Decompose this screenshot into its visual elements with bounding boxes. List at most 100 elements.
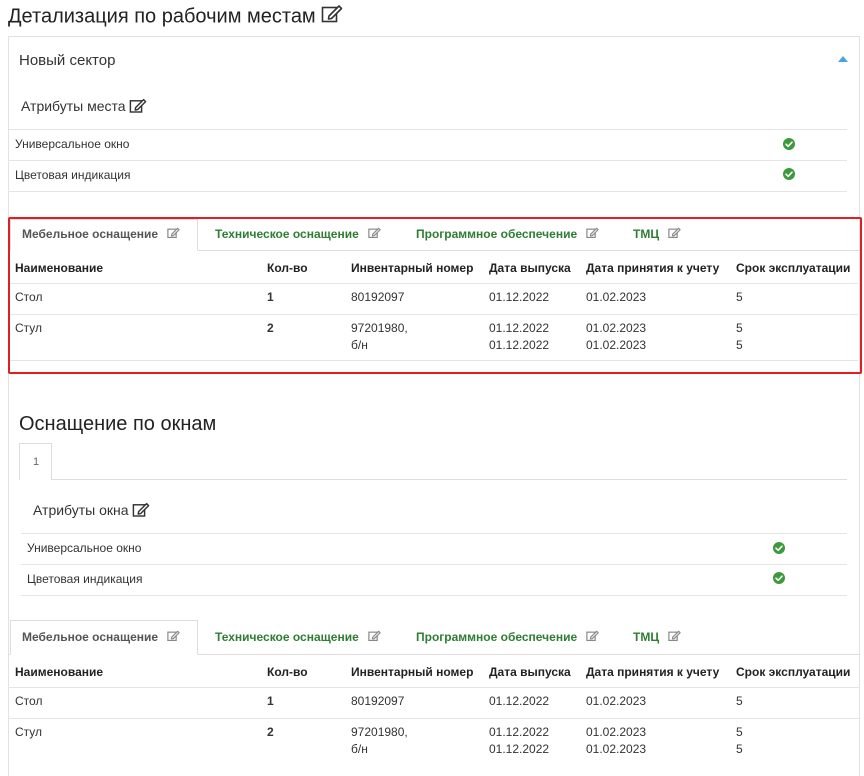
- check-circle-icon: [783, 138, 795, 150]
- edit-icon: [668, 227, 682, 239]
- cell-accept: 01.02.2023: [586, 321, 647, 335]
- tab-tmc[interactable]: ТМЦ: [633, 630, 682, 644]
- check-circle-icon: [773, 572, 785, 584]
- tab-text: Программное обеспечение: [416, 227, 578, 241]
- window-tab-1[interactable]: 1: [19, 443, 52, 480]
- divider: [52, 479, 847, 480]
- col-header-accept: Дата принятия к учету: [586, 665, 720, 679]
- tab-technical[interactable]: Техническое оснащение: [215, 227, 381, 241]
- col-header-name: Наименование: [15, 261, 104, 275]
- divider: [10, 360, 858, 361]
- divider: [9, 160, 847, 161]
- col-header-accept: Дата принятия к учету: [586, 261, 720, 275]
- divider: [9, 129, 847, 130]
- place-attrs-title-text: Атрибуты места: [21, 98, 126, 115]
- divider: [10, 283, 858, 284]
- col-header-term: Срок эксплуатации: [736, 261, 851, 275]
- cell-qty: 2: [267, 725, 274, 739]
- edit-icon: [368, 630, 381, 642]
- cell-qty: 2: [267, 321, 274, 335]
- divider: [21, 533, 847, 534]
- col-header-qty: Кол-во: [267, 665, 308, 679]
- col-header-name: Наименование: [15, 665, 104, 679]
- cell-term: 5: [736, 694, 743, 708]
- attr-label: Цветовая индикация: [15, 168, 131, 182]
- cell-name: Стул: [15, 321, 43, 335]
- divider: [10, 314, 858, 315]
- cell-inv: 80192097: [351, 694, 405, 708]
- edit-icon: [368, 227, 381, 239]
- cell-term: 5: [736, 290, 743, 304]
- check-circle-icon: [773, 542, 785, 554]
- attr-label: Цветовая индикация: [27, 572, 143, 586]
- edit-icon: [586, 227, 600, 239]
- divider: [9, 191, 847, 192]
- edit-icon[interactable]: [129, 98, 147, 117]
- cell-term: 5: [736, 725, 743, 739]
- page-title-text: Детализация по рабочим местам: [8, 5, 316, 28]
- divider: [21, 564, 847, 565]
- divider: [21, 595, 847, 596]
- tab-text: Программное обеспечение: [416, 630, 578, 644]
- divider: [8, 718, 860, 719]
- col-header-inv: Инвентарный номер: [351, 665, 474, 679]
- tab-text: Мебельное оснащение: [22, 630, 159, 644]
- cell-inv: б/н: [351, 742, 368, 756]
- cell-term: 5: [736, 321, 743, 335]
- col-header-term: Срок эксплуатации: [736, 665, 851, 679]
- tab-text: Мебельное оснащение: [22, 227, 159, 241]
- tab-furniture-label[interactable]: Мебельное оснащение: [22, 630, 181, 644]
- cell-release: 01.12.2022: [489, 321, 550, 335]
- caret-up-icon[interactable]: [838, 56, 848, 62]
- cell-inv: б/н: [351, 338, 368, 352]
- edit-icon: [668, 630, 682, 642]
- cell-qty: 1: [267, 694, 274, 708]
- col-header-release: Дата выпуска: [489, 261, 571, 275]
- col-header-qty: Кол-во: [267, 261, 308, 275]
- attr-label: Универсальное окно: [27, 541, 142, 555]
- tab-text: Техническое оснащение: [215, 227, 359, 241]
- tab-technical[interactable]: Техническое оснащение: [215, 630, 381, 644]
- cell-term: 5: [736, 338, 743, 352]
- divider: [8, 687, 860, 688]
- window-tab-label: 1: [33, 456, 40, 468]
- tab-text: ТМЦ: [633, 630, 660, 644]
- cell-accept: 01.02.2023: [586, 725, 647, 739]
- cell-release: 01.12.2022: [489, 742, 550, 756]
- cell-qty: 1: [267, 290, 274, 304]
- col-header-inv: Инвентарный номер: [351, 261, 474, 275]
- cell-name: Стол: [15, 290, 43, 304]
- tab-tmc[interactable]: ТМЦ: [633, 227, 682, 241]
- attr-label: Универсальное окно: [15, 137, 130, 151]
- cell-term: 5: [736, 742, 743, 756]
- cell-inv: 97201980,: [351, 725, 408, 739]
- cell-name: Стул: [15, 725, 43, 739]
- edit-icon: [586, 630, 600, 642]
- window-attrs-title: Атрибуты окна: [33, 502, 150, 521]
- cell-name: Стол: [15, 694, 43, 708]
- tab-text: ТМЦ: [633, 227, 660, 241]
- check-circle-icon: [783, 168, 795, 180]
- cell-release: 01.12.2022: [489, 338, 550, 352]
- page-title: Детализация по рабочим местам: [8, 4, 343, 30]
- windows-section-title: Оснащение по окнам: [19, 413, 217, 435]
- edit-icon: [167, 227, 181, 239]
- col-header-release: Дата выпуска: [489, 665, 571, 679]
- window-attrs-title-text: Атрибуты окна: [33, 502, 129, 519]
- edit-icon: [167, 630, 181, 642]
- cell-inv: 97201980,: [351, 321, 408, 335]
- cell-accept: 01.02.2023: [586, 290, 647, 304]
- place-attrs-title: Атрибуты места: [21, 98, 147, 117]
- cell-release: 01.12.2022: [489, 725, 550, 739]
- tab-software[interactable]: Программное обеспечение: [416, 227, 600, 241]
- edit-icon[interactable]: [132, 502, 150, 521]
- tab-furniture-label[interactable]: Мебельное оснащение: [22, 227, 181, 241]
- cell-accept: 01.02.2023: [586, 694, 647, 708]
- tab-software[interactable]: Программное обеспечение: [416, 630, 600, 644]
- cell-release: 01.12.2022: [489, 290, 550, 304]
- edit-icon[interactable]: [321, 4, 343, 30]
- cell-accept: 01.02.2023: [586, 742, 647, 756]
- cell-accept: 01.02.2023: [586, 338, 647, 352]
- tab-text: Техническое оснащение: [215, 630, 359, 644]
- sector-title[interactable]: Новый сектор: [19, 52, 115, 69]
